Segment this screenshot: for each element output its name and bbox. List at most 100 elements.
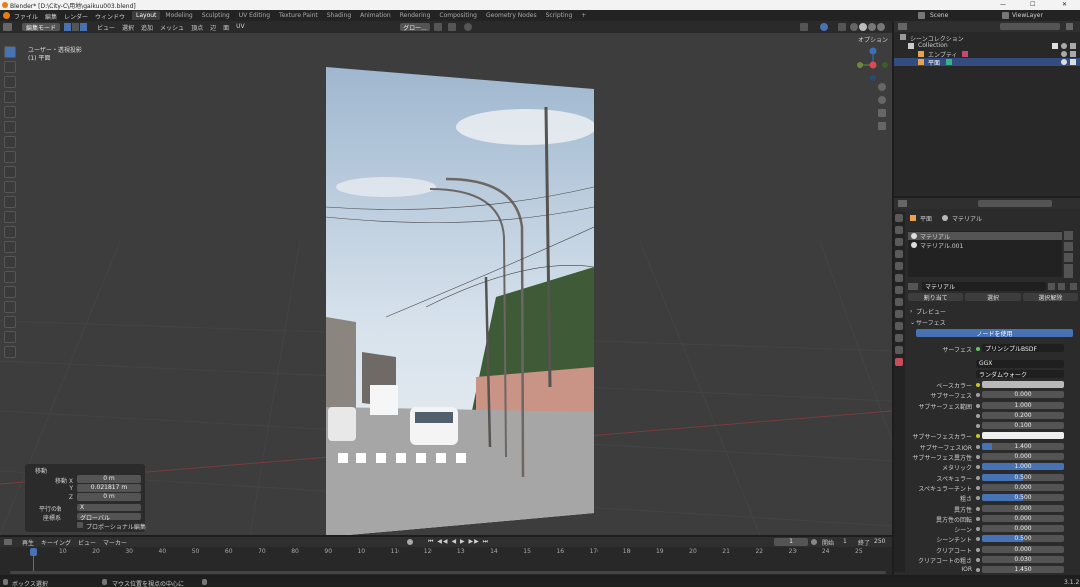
blender-menu-icon[interactable]: [3, 12, 10, 19]
constraints-tab-icon[interactable]: [895, 334, 903, 342]
shader-value-field[interactable]: 0.000: [982, 514, 1064, 522]
minimize-button[interactable]: —: [1000, 1, 1006, 8]
shader-value-field[interactable]: 0.000: [982, 483, 1064, 491]
poly-build-icon[interactable]: [4, 256, 16, 268]
viewport-menu-item[interactable]: UV: [236, 23, 245, 32]
view-layer-tab-icon[interactable]: [895, 250, 903, 258]
use-nodes-button[interactable]: ノードを使用: [916, 329, 1073, 337]
face-select-icon[interactable]: [80, 23, 87, 31]
render-tab-icon[interactable]: [895, 226, 903, 234]
move-vector-field[interactable]: 0.021817 m: [77, 484, 141, 492]
workspace-tab[interactable]: Shading: [323, 11, 355, 20]
overlay-icon[interactable]: [820, 23, 828, 31]
playhead[interactable]: [30, 548, 37, 556]
unlink-icon[interactable]: [1058, 283, 1065, 290]
select-button[interactable]: 選択: [965, 293, 1021, 301]
viewport-menu-item[interactable]: 辺: [210, 23, 216, 32]
shading-material-icon[interactable]: [868, 23, 876, 31]
material-slot-item[interactable]: マテリアル.001: [908, 241, 1062, 250]
color-swatch[interactable]: [982, 432, 1064, 440]
move-vector-field[interactable]: 0 m: [77, 475, 141, 483]
material-slot-item[interactable]: マテリアル: [908, 232, 1062, 241]
viewport-menu-item[interactable]: 追加: [141, 23, 153, 32]
viewport-menu-item[interactable]: 頂点: [191, 23, 203, 32]
shading-wire-icon[interactable]: [850, 23, 858, 31]
camera-icon[interactable]: [1070, 51, 1076, 57]
start-frame-field[interactable]: 1: [843, 538, 847, 545]
workspace-tab[interactable]: Modeling: [161, 11, 196, 20]
menu-item[interactable]: ウィンドウ: [95, 12, 125, 21]
data-tab-icon[interactable]: [895, 346, 903, 354]
annotate-icon[interactable]: [4, 136, 16, 148]
snap-icon[interactable]: [448, 23, 456, 31]
timeline-menu-item[interactable]: 再生: [22, 538, 34, 547]
timeline-menu-item[interactable]: マーカー: [103, 538, 127, 547]
zoom-icon[interactable]: [878, 83, 886, 91]
outliner-type-icon[interactable]: [898, 23, 907, 30]
smooth-icon[interactable]: [4, 286, 16, 298]
shader-value-field[interactable]: 0.000: [982, 504, 1064, 512]
menu-item[interactable]: ファイル: [14, 12, 38, 21]
close-button[interactable]: ✕: [1062, 1, 1067, 8]
outliner-row-empty[interactable]: エンプティ: [894, 50, 1080, 59]
viewport-menu-item[interactable]: メッシュ: [160, 23, 184, 32]
workspace-tab[interactable]: Compositing: [435, 11, 481, 20]
viewlayer-name[interactable]: ViewLayer: [1012, 12, 1043, 19]
image-plane[interactable]: [326, 67, 594, 535]
shader-value-field[interactable]: 1.450: [982, 566, 1064, 574]
properties-type-icon[interactable]: [898, 200, 907, 207]
shader-value-field[interactable]: 1.400: [982, 442, 1064, 450]
distribution-dropdown[interactable]: GGX: [976, 360, 1064, 368]
proportional-edit-checkbox[interactable]: [77, 522, 83, 528]
record-icon[interactable]: [407, 539, 413, 545]
viewport-menu-item[interactable]: 選択: [122, 23, 134, 32]
viewport-menu-item[interactable]: 面: [223, 23, 229, 32]
viewport-3d[interactable]: 編集モード ビュー 選択 追加 メッシュ 頂点辺面 UV グロー... オプション ユーザ…: [0, 21, 892, 535]
editor-type-icon[interactable]: [3, 23, 12, 31]
move-slot-icon[interactable]: [1064, 264, 1073, 278]
shader-value-field[interactable]: 0.030: [982, 556, 1064, 564]
playback-controls[interactable]: ⏮ ◀◀ ◀ ▶ ▶▶ ⏭: [428, 538, 489, 546]
workspace-tab[interactable]: Geometry Nodes: [482, 11, 541, 20]
world-tab-icon[interactable]: [895, 274, 903, 282]
pan-icon[interactable]: [878, 96, 886, 104]
extrude-icon[interactable]: [4, 181, 16, 193]
move-vector-field[interactable]: 0 m: [77, 493, 141, 501]
add-cube-icon[interactable]: [4, 166, 16, 178]
outliner-row-collection[interactable]: Collection: [894, 42, 1080, 50]
viewport-menu-item[interactable]: ビュー: [97, 23, 115, 32]
outliner-row-plane[interactable]: 平面: [894, 58, 1080, 67]
viewlayer-icon[interactable]: [1002, 12, 1009, 19]
workspace-tab[interactable]: Rendering: [396, 11, 435, 20]
deselect-button[interactable]: 選択解除: [1022, 293, 1078, 301]
fake-user-icon[interactable]: [1048, 283, 1055, 290]
current-frame-field[interactable]: 1: [774, 538, 808, 546]
shader-value-field[interactable]: 0.200: [982, 411, 1064, 419]
physics-tab-icon[interactable]: [895, 322, 903, 330]
shader-value-field[interactable]: 0.000: [982, 545, 1064, 553]
scene-name[interactable]: Scene: [930, 12, 948, 19]
remove-slot-icon[interactable]: [1064, 242, 1073, 251]
object-tab-icon[interactable]: [895, 286, 903, 294]
camera-view-icon[interactable]: [878, 109, 886, 117]
camera-icon[interactable]: [1070, 43, 1076, 49]
bevel-icon[interactable]: [4, 211, 16, 223]
shader-value-field[interactable]: 0.000: [982, 391, 1064, 399]
shader-value-field[interactable]: 0.100: [982, 422, 1064, 430]
properties-search-field[interactable]: [978, 200, 1052, 207]
workspace-tab[interactable]: Sculpting: [198, 11, 234, 20]
eye-icon[interactable]: [1061, 51, 1067, 57]
camera-icon[interactable]: [1070, 59, 1076, 65]
add-slot-icon[interactable]: [1064, 231, 1073, 240]
workspace-tab[interactable]: Texture Paint: [275, 11, 322, 20]
orientation-dropdown[interactable]: グローバル: [77, 513, 141, 520]
options-button[interactable]: オプション: [858, 35, 888, 44]
eye-icon[interactable]: [1061, 59, 1067, 65]
edge-select-icon[interactable]: [72, 23, 79, 31]
surface-panel-header[interactable]: サーフェス: [916, 318, 946, 327]
rip-icon[interactable]: [4, 346, 16, 358]
shading-solid-icon[interactable]: [859, 23, 867, 31]
particles-tab-icon[interactable]: [895, 310, 903, 318]
shader-value-field[interactable]: 0.500: [982, 535, 1064, 543]
shader-value-field[interactable]: 0.000: [982, 453, 1064, 461]
